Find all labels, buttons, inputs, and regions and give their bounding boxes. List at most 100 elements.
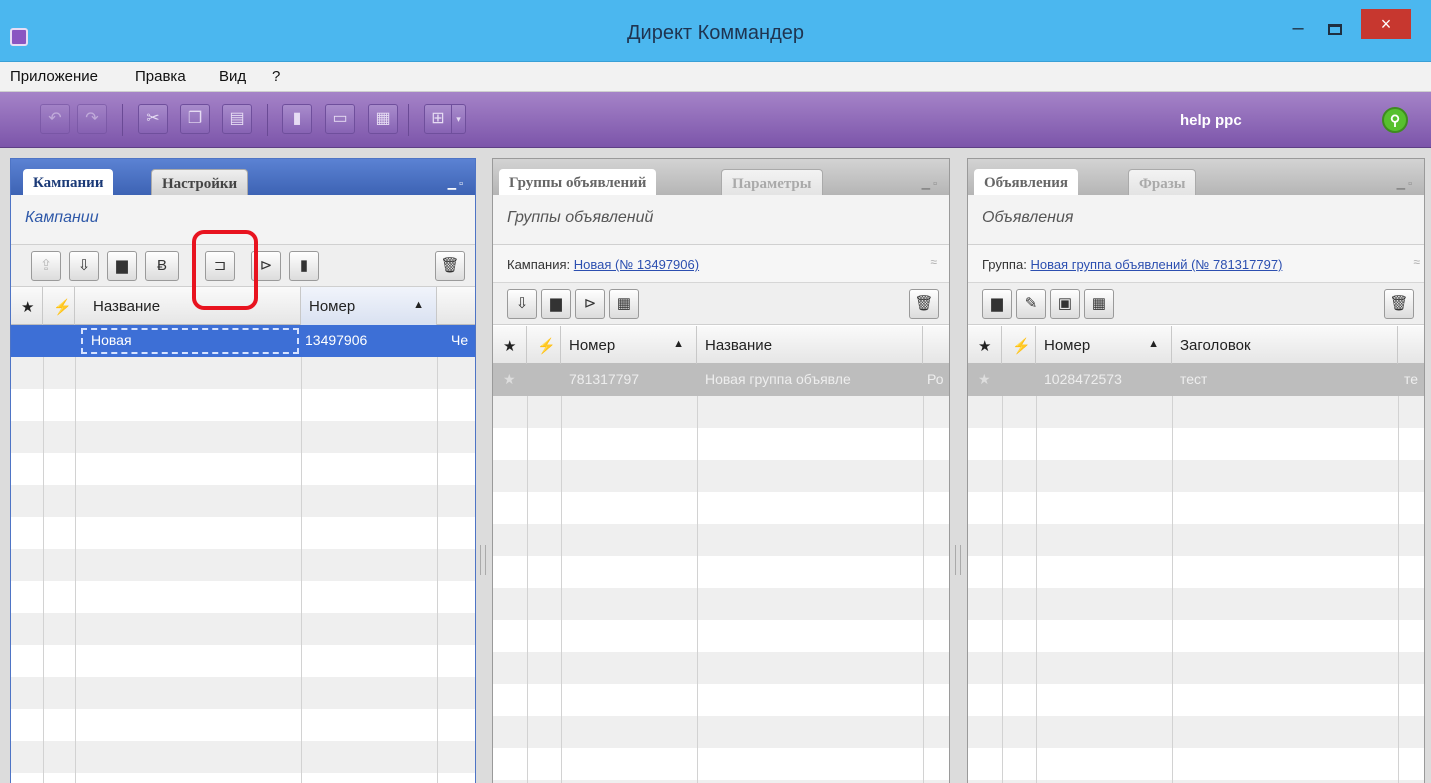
context-link[interactable]: Новая (№ 13497906) — [574, 257, 699, 272]
table-row[interactable]: ★ 1028472573 тест те — [968, 364, 1424, 396]
panel-window-controls[interactable]: ▁ ▫ — [922, 177, 937, 190]
context-line: Группа: Новая группа объявлений (№ 78131… — [968, 245, 1424, 283]
delete-ad-button[interactable]: 🗑 — [1384, 289, 1414, 319]
ad-groups-panel: Группы объявлений Параметры ▁ ▫ Группы о… — [492, 158, 950, 783]
tab-ads[interactable]: Объявления — [974, 169, 1079, 197]
group-extra-cell[interactable]: Ро — [927, 371, 944, 387]
ads-grid: ★ ⚡ Номер ▲ Заголовок ★ 1028472573 тест т… — [968, 326, 1424, 783]
column-number[interactable]: Номер ▲ — [1036, 326, 1172, 364]
tab-settings[interactable]: Настройки — [151, 169, 249, 197]
download-button[interactable]: ⇩ — [69, 251, 99, 281]
ad-extra-cell[interactable]: те — [1404, 371, 1418, 387]
export-group-button[interactable]: ⊳ — [575, 289, 605, 319]
context-link[interactable]: Новая группа объявлений (№ 781317797) — [1030, 257, 1282, 272]
minimize-button[interactable]: – — [1285, 18, 1311, 42]
tab-parameters[interactable]: Параметры — [721, 169, 823, 197]
star-icon[interactable]: ★ — [978, 371, 991, 388]
ads-panel: Объявления Фразы ▁ ▫ Объявления Группа: … — [967, 158, 1425, 783]
download-button[interactable]: ⇩ — [507, 289, 537, 319]
table-row[interactable]: Новая 13497906 Че — [11, 325, 475, 357]
upload-button[interactable]: ⇪ — [31, 251, 61, 281]
maximize-button[interactable] — [1322, 19, 1348, 41]
user-label[interactable]: help ppc — [1180, 112, 1242, 129]
column-number[interactable]: Номер ▲ — [561, 326, 697, 364]
column-extra[interactable] — [923, 326, 949, 364]
ad-groups-grid: ★ ⚡ Номер ▲ Название ★ 781317797 Новая гр… — [493, 326, 949, 783]
main-toolbar: ↶ ↷ ✂ ❐ ▤ ▮ ▭ ▦ ⊞ ▾ help ppc ⚲ — [0, 92, 1431, 148]
grid-header: ★ ⚡ Номер ▲ Название — [493, 326, 949, 364]
column-name[interactable]: Название — [75, 287, 301, 325]
menu-edit[interactable]: Правка — [135, 68, 186, 85]
redo-button[interactable]: ↷ — [77, 104, 107, 134]
budget-button[interactable]: ▭ — [325, 104, 355, 134]
tab-ad-groups[interactable]: Группы объявлений — [499, 169, 657, 197]
column-extra[interactable] — [437, 287, 475, 325]
ad-number-cell[interactable]: 1028472573 — [1044, 371, 1122, 387]
ad-title-cell[interactable]: тест — [1180, 371, 1207, 387]
new-ad-button[interactable]: ▆ — [982, 289, 1012, 319]
star-icon[interactable]: ★ — [968, 326, 1002, 364]
sort-asc-icon: ▲ — [673, 338, 684, 350]
flag-icon[interactable]: ⚡ — [1002, 326, 1036, 364]
panel-subtitle: Объявления — [968, 195, 1424, 245]
menu-application[interactable]: Приложение — [10, 68, 98, 85]
flag-icon[interactable]: ⚡ — [527, 326, 561, 364]
panel-window-controls[interactable]: ▁ ▫ — [1397, 177, 1412, 190]
panel-window-controls[interactable]: ▁ ▫ — [448, 177, 463, 190]
copy-button[interactable]: ❐ — [180, 104, 210, 134]
toolbar-separator — [122, 104, 123, 136]
sort-asc-icon: ▲ — [413, 299, 424, 311]
toolbar-separator — [267, 104, 268, 136]
tab-phrases[interactable]: Фразы — [1128, 169, 1197, 197]
menu-help[interactable]: ? — [272, 68, 280, 85]
star-icon[interactable]: ★ — [503, 371, 516, 388]
grid-body: ★ 781317797 Новая группа объявле Ро — [493, 364, 949, 783]
undo-button[interactable]: ↶ — [40, 104, 70, 134]
column-name[interactable]: Название — [697, 326, 923, 364]
ad-groups-toolbar: ⇩ ▆ ⊳ ▦ 🗑 — [493, 283, 949, 325]
group-name-cell[interactable]: Новая группа объявле — [705, 371, 919, 387]
campaign-number-cell[interactable]: 13497906 — [305, 332, 367, 348]
context-label: Кампания: — [507, 257, 571, 272]
splitter-handle[interactable] — [955, 545, 961, 575]
close-button[interactable]: × — [1361, 9, 1411, 39]
user-status-icon[interactable]: ⚲ — [1382, 107, 1408, 133]
ads-toolbar: ▆ ✎ ▣ ▦ 🗑 — [968, 283, 1424, 325]
grid-body: ★ 1028472573 тест те — [968, 364, 1424, 783]
paste-button[interactable]: ▤ — [222, 104, 252, 134]
expand-icon[interactable]: ≈ — [1413, 255, 1420, 269]
group-number-cell[interactable]: 781317797 — [569, 371, 639, 387]
flag-icon[interactable]: ⚡ — [43, 287, 75, 325]
splitter-handle[interactable] — [480, 545, 486, 575]
delete-campaign-button[interactable]: 🗑 — [435, 251, 465, 281]
image-ad-button[interactable]: ▣ — [1050, 289, 1080, 319]
highlight-annotation — [192, 230, 258, 310]
sort-asc-icon: ▲ — [1148, 338, 1159, 350]
star-icon[interactable]: ★ — [11, 287, 43, 325]
column-title[interactable]: Заголовок — [1172, 326, 1398, 364]
expand-icon[interactable]: ≈ — [930, 255, 937, 269]
star-icon[interactable]: ★ — [493, 326, 527, 364]
tab-campaigns[interactable]: Кампании — [23, 169, 114, 197]
cut-button[interactable]: ✂ — [138, 104, 168, 134]
stats-button[interactable]: ▮ — [282, 104, 312, 134]
column-extra[interactable] — [1398, 326, 1424, 364]
campaign-extra-cell[interactable]: Че — [451, 332, 468, 348]
table-view-button[interactable]: ▦ — [609, 289, 639, 319]
table-view-button[interactable]: ▦ — [1084, 289, 1114, 319]
new-campaign-button[interactable]: ▆ — [107, 251, 137, 281]
campaign-name-cell[interactable]: Новая — [91, 332, 132, 348]
column-number[interactable]: Номер ▲ — [301, 287, 437, 325]
layout-dropdown-arrow[interactable]: ▾ — [452, 104, 466, 134]
table-row[interactable]: ★ 781317797 Новая группа объявле Ро — [493, 364, 949, 396]
copy-campaign-button[interactable]: Ƀ — [145, 251, 179, 281]
edit-ad-button[interactable]: ✎ — [1016, 289, 1046, 319]
layout-button[interactable]: ⊞ — [424, 104, 452, 134]
column-number-label: Номер — [569, 337, 616, 354]
new-group-button[interactable]: ▆ — [541, 289, 571, 319]
table-button[interactable]: ▦ — [368, 104, 398, 134]
delete-group-button[interactable]: 🗑 — [909, 289, 939, 319]
menu-view[interactable]: Вид — [219, 68, 246, 85]
column-number-label: Номер — [309, 298, 356, 315]
campaign-stats-button[interactable]: ▮ — [289, 251, 319, 281]
